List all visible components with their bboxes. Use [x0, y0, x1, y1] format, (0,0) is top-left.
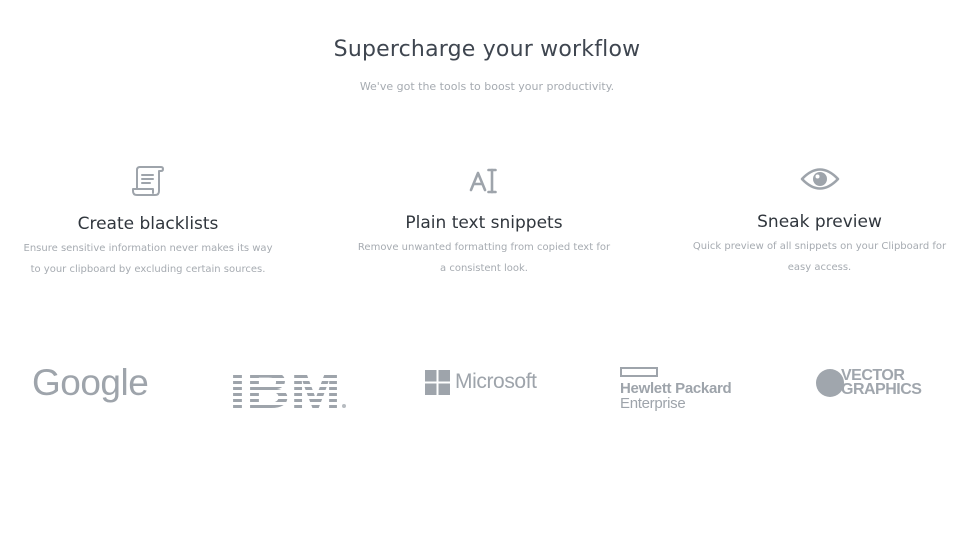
hpe-logo-text-line2: Enterprise	[620, 395, 686, 412]
feature-description: Quick preview of all snippets on your Cl…	[692, 241, 947, 273]
feature-title: Plain text snippets	[405, 213, 563, 233]
feature-create-blacklists: Create blacklists Ensure sensitive infor…	[18, 165, 278, 280]
feature-description: Remove unwanted formatting from copied t…	[357, 242, 611, 274]
section-subtitle: We've got the tools to boost your produc…	[359, 80, 615, 93]
microsoft-logo-text: Microsoft	[455, 370, 537, 393]
ibm-logo: IBM	[229, 369, 347, 417]
features-section: Supercharge your workflow We've got the …	[0, 0, 974, 537]
microsoft-grid-icon	[425, 369, 450, 395]
feature-plain-text-snippets: Plain text snippets Remove unwanted form…	[355, 168, 613, 279]
vector-graphics-logo: VECTOR GRAPHICS	[816, 368, 922, 398]
feature-sneak-preview: Sneak preview Quick preview of all snipp…	[692, 166, 947, 278]
text-cursor-icon	[469, 168, 497, 194]
section-title: Supercharge your workflow	[333, 37, 641, 62]
svg-text:IBM: IBM	[229, 369, 341, 413]
vector-circle-icon	[816, 369, 844, 397]
vector-logo-text-line2: GRAPHICS	[841, 381, 922, 398]
google-logo: Google	[32, 362, 149, 403]
microsoft-logo: Microsoft	[425, 369, 537, 395]
hpe-logo-text-line1: Hewlett Packard	[620, 380, 732, 397]
feature-title: Sneak preview	[757, 212, 882, 232]
hewlett-packard-enterprise-logo: Hewlett Packard Enterprise	[620, 367, 750, 411]
hpe-rectangle-icon	[620, 367, 658, 377]
feature-description: Ensure sensitive information never makes…	[23, 243, 273, 275]
eye-icon	[800, 168, 839, 190]
scroll-icon	[132, 166, 164, 196]
feature-title: Create blacklists	[77, 214, 219, 234]
